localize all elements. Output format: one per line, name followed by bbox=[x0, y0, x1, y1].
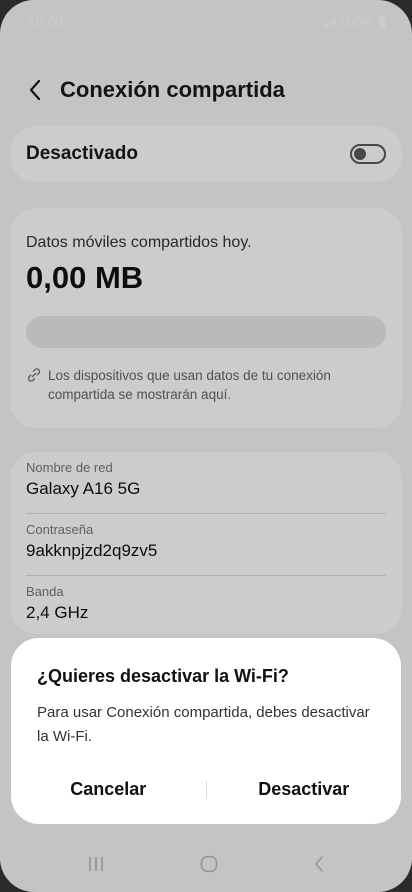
usage-bar bbox=[26, 316, 386, 348]
link-icon bbox=[26, 366, 42, 404]
signal-icon bbox=[324, 17, 336, 27]
usage-amount: 0,00 MB bbox=[26, 260, 144, 295]
disable-wifi-dialog: ¿Quieres desactivar la Wi-Fi? Para usar … bbox=[11, 638, 401, 824]
back-icon[interactable] bbox=[312, 854, 326, 879]
field-value: 9akknpjzd2q9zv5 bbox=[26, 541, 158, 560]
band-field[interactable]: Banda 2,4 GHz bbox=[26, 576, 386, 638]
battery-icon bbox=[379, 14, 386, 28]
usage-card: Datos móviles compartidos hoy. 0,00 MB L… bbox=[10, 208, 402, 428]
network-name-field[interactable]: Nombre de red Galaxy A16 5G bbox=[26, 452, 386, 514]
usage-info-row: Los dispositivos que usan datos de tu co… bbox=[26, 366, 386, 404]
field-value: 2,4 GHz bbox=[26, 603, 89, 622]
app-header: Conexión compartida bbox=[0, 68, 412, 112]
dialog-body: Para usar Conexión compartida, debes des… bbox=[37, 704, 370, 745]
dialog-button-row: Cancelar Desactivar bbox=[11, 779, 401, 800]
phone-screen: 10:00 100% Conexión compartida Desactiva… bbox=[0, 0, 412, 892]
cancel-button[interactable]: Cancelar bbox=[11, 779, 206, 800]
hotspot-toggle-switch[interactable] bbox=[350, 144, 386, 164]
hotspot-toggle-label: Desactivado bbox=[26, 143, 138, 164]
chevron-left-icon[interactable] bbox=[22, 77, 48, 103]
recents-icon[interactable] bbox=[86, 855, 106, 878]
home-icon[interactable] bbox=[199, 854, 219, 879]
usage-caption: Datos móviles compartidos hoy. bbox=[26, 234, 252, 251]
toggle-knob bbox=[354, 148, 366, 160]
navigation-bar bbox=[0, 840, 412, 892]
status-right: 100% bbox=[324, 14, 386, 30]
battery-percent: 100% bbox=[338, 14, 374, 30]
usage-info-text: Los dispositivos que usan datos de tu co… bbox=[48, 368, 331, 402]
status-time: 10:00 bbox=[28, 14, 64, 30]
password-field[interactable]: Contraseña 9akknpjzd2q9zv5 bbox=[26, 514, 386, 576]
field-value: Galaxy A16 5G bbox=[26, 479, 141, 498]
field-label: Nombre de red bbox=[26, 460, 113, 475]
network-settings-card: Nombre de red Galaxy A16 5G Contraseña 9… bbox=[10, 452, 402, 634]
deactivate-button[interactable]: Desactivar bbox=[207, 779, 402, 800]
dialog-title: ¿Quieres desactivar la Wi-Fi? bbox=[37, 666, 289, 686]
hotspot-toggle-row[interactable]: Desactivado bbox=[10, 126, 402, 182]
page-title: Conexión compartida bbox=[60, 77, 285, 102]
field-label: Banda bbox=[26, 584, 64, 599]
field-label: Contraseña bbox=[26, 522, 94, 537]
